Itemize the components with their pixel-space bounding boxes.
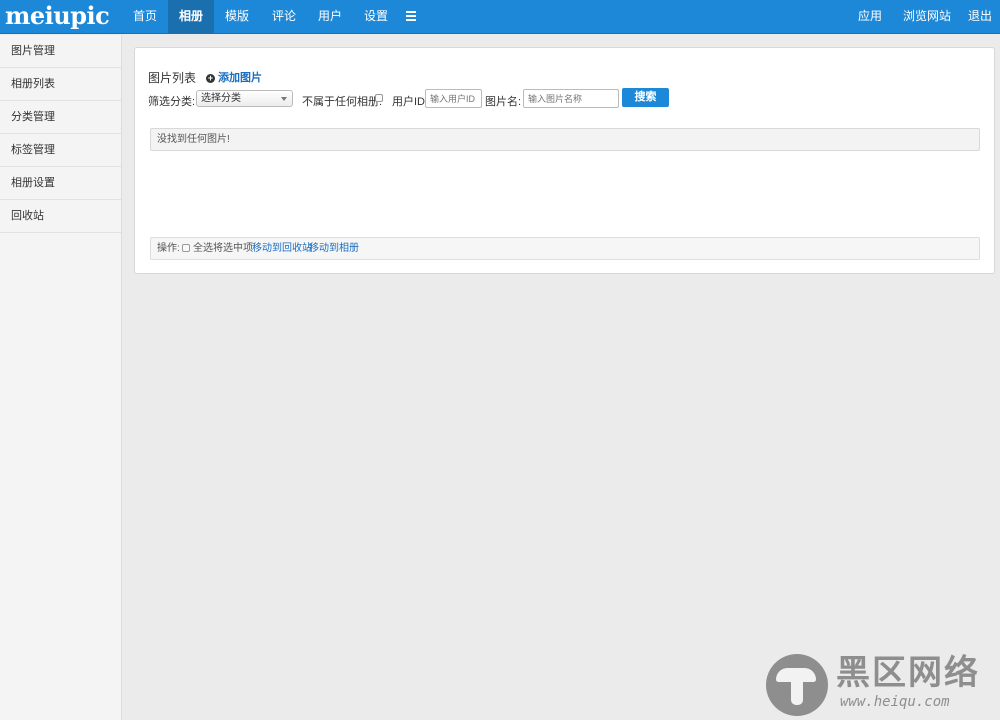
page-title: 图片列表: [148, 71, 197, 85]
sidebar-item-photo-manage[interactable]: 图片管理: [0, 35, 121, 68]
photo-list-panel: 图片列表 +添加图片 筛选分类: 选择分类 不属于任何相册: 用户ID: 图片名…: [134, 47, 995, 274]
user-id-input[interactable]: [425, 89, 482, 108]
nav-users[interactable]: 用户: [307, 0, 353, 34]
plus-circle-icon: +: [206, 73, 215, 83]
top-navbar: meiupic 首页 相册 模版 评论 用户 设置 应用 浏览网站 退出: [0, 0, 1000, 34]
sidebar-item-tag-manage[interactable]: 标签管理: [0, 134, 121, 167]
sidebar-item-recycle-bin[interactable]: 回收站: [0, 200, 121, 233]
category-select-value: 选择分类: [201, 93, 241, 104]
empty-notice: 没找到任何图片!: [150, 128, 980, 151]
no-album-checkbox[interactable]: [375, 94, 383, 102]
nav-comments[interactable]: 评论: [261, 0, 307, 34]
watermark-text: 黑区网络: [836, 653, 980, 693]
category-filter-label: 筛选分类:: [148, 96, 196, 108]
nav-albums[interactable]: 相册: [168, 0, 214, 34]
photo-name-label: 图片名:: [485, 96, 522, 108]
sidebar-item-category-manage[interactable]: 分类管理: [0, 101, 121, 134]
user-id-label: 用户ID:: [392, 96, 429, 108]
add-photo-link[interactable]: + 添加图片: [206, 69, 262, 85]
nav-templates[interactable]: 模版: [214, 0, 260, 34]
select-all-label[interactable]: 全选: [193, 238, 213, 259]
nav-logout[interactable]: 退出: [964, 0, 996, 34]
nav-home[interactable]: 首页: [122, 0, 168, 34]
nav-apps[interactable]: 应用: [850, 0, 890, 34]
category-select[interactable]: 选择分类: [196, 90, 293, 107]
selected-items-text: 将选中项: [213, 243, 253, 254]
app-logo[interactable]: meiupic: [5, 3, 110, 29]
search-button[interactable]: 搜索: [622, 88, 669, 107]
watermark: 黑区网络 www.heiqu.com: [766, 652, 996, 716]
sidebar-item-album-list[interactable]: 相册列表: [0, 68, 121, 101]
caret-down-icon: [281, 97, 287, 101]
operations-label: 操作:: [157, 243, 180, 254]
sidebar: 图片管理 相册列表 分类管理 标签管理 相册设置 回收站: [0, 35, 122, 720]
batch-operations-bar: 操作: 全选 将选中项 移动到回收站 移动到相册: [150, 237, 980, 260]
select-all-checkbox[interactable]: [182, 244, 190, 252]
watermark-logo-icon: [766, 654, 828, 716]
move-to-recycle-link[interactable]: 移动到回收站: [252, 238, 312, 259]
menu-icon[interactable]: [406, 11, 416, 21]
nav-browse-site[interactable]: 浏览网站: [898, 0, 956, 34]
nav-settings[interactable]: 设置: [353, 0, 399, 34]
photo-name-input[interactable]: [523, 89, 619, 108]
sidebar-item-album-settings[interactable]: 相册设置: [0, 167, 121, 200]
watermark-url: www.heiqu.com: [840, 694, 950, 710]
add-photo-label: 添加图片: [218, 72, 262, 84]
no-album-label: 不属于任何相册:: [302, 96, 383, 108]
move-to-album-link[interactable]: 移动到相册: [309, 238, 359, 259]
